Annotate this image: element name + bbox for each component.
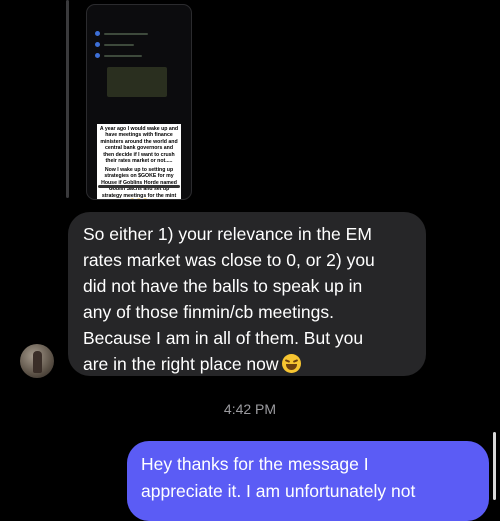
story-caption-1: A year ago I would wake up and have meet… (97, 124, 181, 167)
message-line: So either 1) your relevance in the EM (83, 224, 372, 244)
story-caption-2: Now I wake up to setting up strategies o… (97, 165, 181, 199)
thumb-image-block (107, 67, 167, 97)
thumb-message-list (95, 29, 183, 62)
message-line-last: are in the right place now (83, 351, 412, 377)
message-line: rates market was close to 0, or 2) you (83, 250, 375, 270)
shared-story-screenshot[interactable]: A year ago I would wake up and have meet… (86, 4, 192, 200)
message-line: any of those finmin/cb meetings. (83, 302, 334, 322)
message-line: Hey thanks for the message I (141, 454, 369, 474)
thumb-status-bar (87, 5, 191, 19)
message-line: did not have the balls to speak up in (83, 276, 363, 296)
message-line: Because I am in all of them. But you (83, 328, 364, 348)
laughing-emoji-icon (281, 354, 301, 373)
reply-quote-line (66, 0, 69, 198)
scrollbar[interactable] (493, 432, 496, 500)
chat-thread: A year ago I would wake up and have meet… (0, 0, 500, 521)
message-line-text: are in the right place now (83, 354, 279, 374)
message-timestamp: 4:42 PM (223, 401, 277, 417)
incoming-message-bubble[interactable]: So either 1) your relevance in the EM ra… (68, 212, 426, 376)
thumb-home-bar (98, 185, 180, 188)
outgoing-message-bubble[interactable]: Hey thanks for the message I appreciate … (127, 441, 489, 521)
message-line: appreciate it. I am unfortunately not (141, 481, 416, 501)
sender-avatar[interactable] (20, 344, 54, 378)
avatar-figure (33, 351, 42, 373)
